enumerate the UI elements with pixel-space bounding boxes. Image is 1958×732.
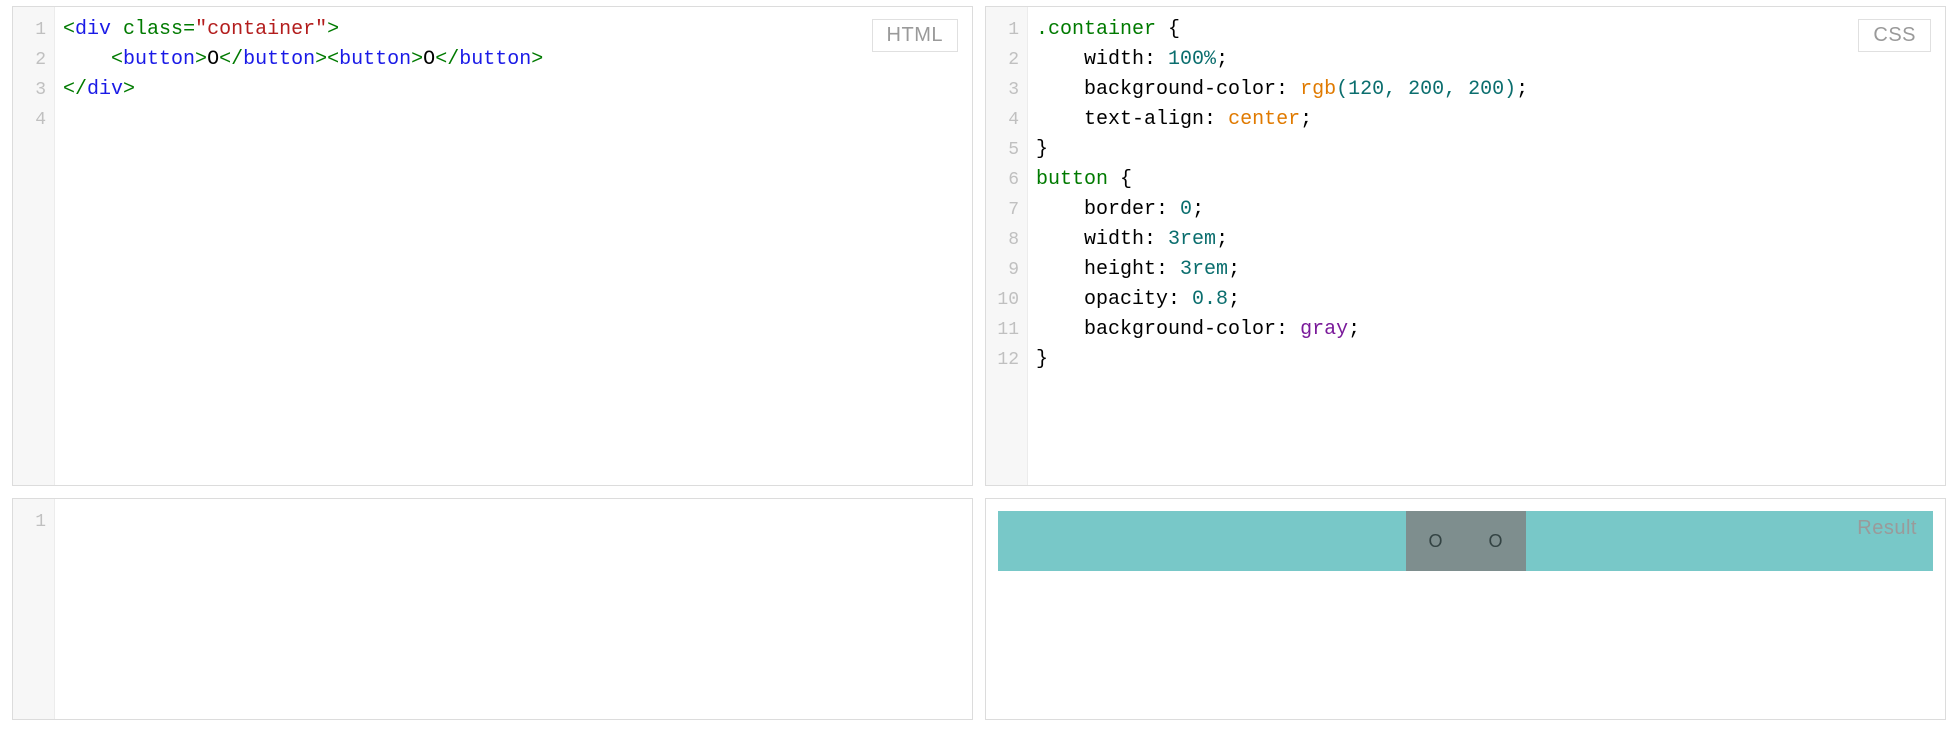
line-number: 5 bbox=[986, 135, 1027, 165]
css-gutter: 1 2 3 4 5 6 7 8 9 10 11 12 bbox=[986, 7, 1028, 485]
html-code[interactable]: <div class="container"> <button>O</butto… bbox=[55, 7, 972, 485]
js-gutter: 1 bbox=[13, 499, 55, 719]
line-number: 11 bbox=[986, 315, 1027, 345]
line-number: 2 bbox=[13, 45, 54, 75]
line-number: 1 bbox=[13, 15, 54, 45]
result-button[interactable]: O bbox=[1406, 511, 1466, 571]
line-number: 6 bbox=[986, 165, 1027, 195]
result-pane: OO Result bbox=[985, 498, 1946, 720]
result-body: OO bbox=[986, 499, 1945, 719]
result-button[interactable]: O bbox=[1466, 511, 1526, 571]
css-code[interactable]: .container { width: 100%; background-col… bbox=[1028, 7, 1945, 485]
html-editor-pane[interactable]: 1 2 3 4 <div class="container"> <button>… bbox=[12, 6, 973, 486]
html-gutter: 1 2 3 4 bbox=[13, 7, 55, 485]
line-number: 3 bbox=[13, 75, 54, 105]
line-number: 12 bbox=[986, 345, 1027, 375]
line-number: 4 bbox=[13, 105, 54, 135]
line-number: 7 bbox=[986, 195, 1027, 225]
line-number: 4 bbox=[986, 105, 1027, 135]
css-pane-label: CSS bbox=[1858, 19, 1931, 52]
result-pane-label: Result bbox=[1849, 513, 1925, 544]
line-number: 3 bbox=[986, 75, 1027, 105]
css-editor-pane[interactable]: 1 2 3 4 5 6 7 8 9 10 11 12 .container { … bbox=[985, 6, 1946, 486]
html-pane-label: HTML bbox=[872, 19, 958, 52]
line-number: 1 bbox=[986, 15, 1027, 45]
result-container: OO bbox=[998, 511, 1933, 571]
js-code[interactable] bbox=[55, 499, 972, 719]
js-editor-pane[interactable]: 1 bbox=[12, 498, 973, 720]
line-number: 8 bbox=[986, 225, 1027, 255]
line-number: 10 bbox=[986, 285, 1027, 315]
fiddle-app: 1 2 3 4 <div class="container"> <button>… bbox=[0, 0, 1958, 732]
line-number: 9 bbox=[986, 255, 1027, 285]
line-number: 2 bbox=[986, 45, 1027, 75]
line-number: 1 bbox=[13, 507, 54, 537]
